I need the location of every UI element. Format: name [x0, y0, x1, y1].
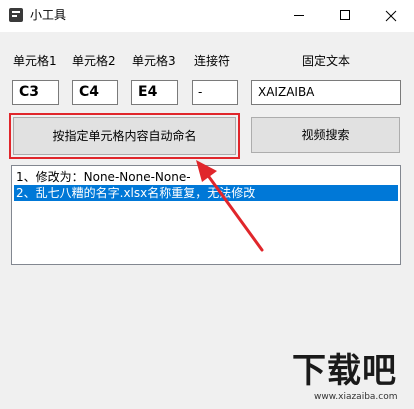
watermark-url: www.xiazaiba.com — [314, 392, 398, 402]
watermark-logo: 下载吧 www.xiazaiba.com — [292, 352, 410, 406]
annotation-arrow-icon — [196, 160, 264, 252]
watermark-text: 下载吧 — [292, 351, 397, 391]
app-window: 小工具 单元格1 单元格2 单元格3 连接符 固定文本 C3 C4 E4 - X… — [0, 0, 414, 409]
